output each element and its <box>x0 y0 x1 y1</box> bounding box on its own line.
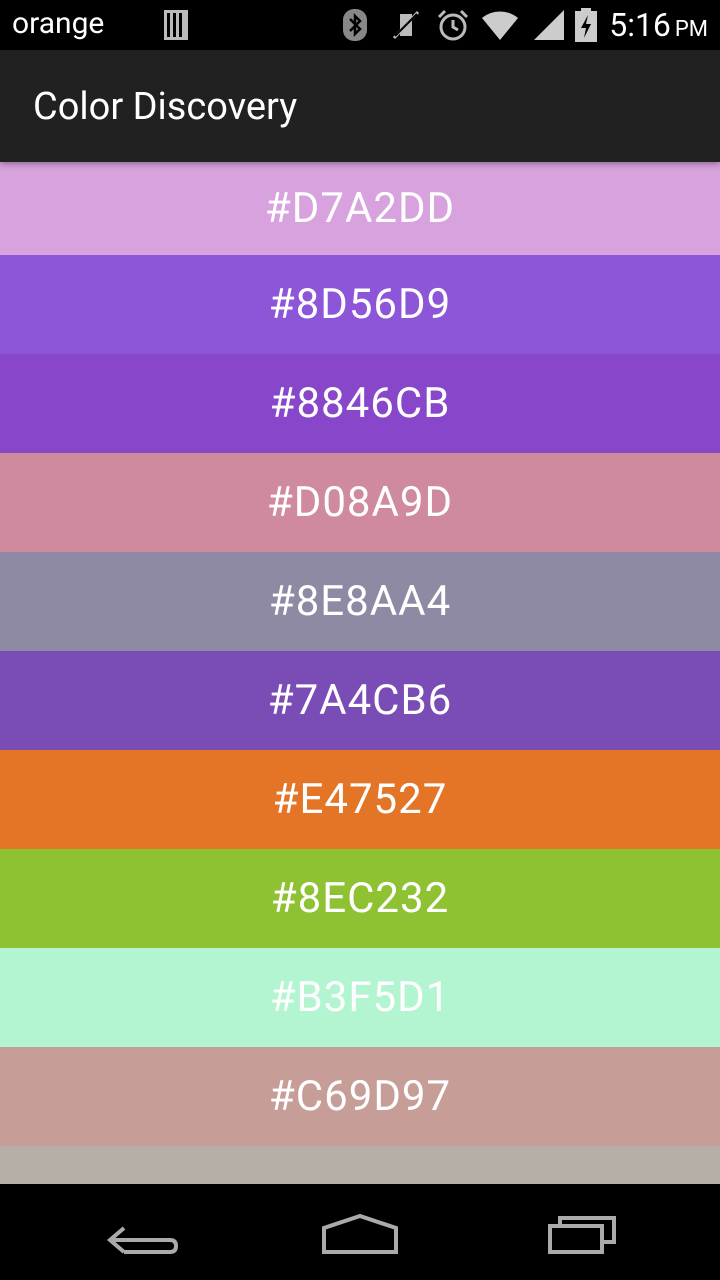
color-swatch-row[interactable]: #B3F5D1 <box>0 948 720 1047</box>
color-hex-label: #B3F5D1 <box>269 973 451 1022</box>
color-hex-label: #7A4CB6 <box>267 676 453 725</box>
color-swatch-row[interactable]: #C69D97 <box>0 1047 720 1146</box>
color-swatch-row[interactable]: #8846CB <box>0 354 720 453</box>
recents-icon[interactable] <box>520 1204 640 1260</box>
home-icon[interactable] <box>300 1204 420 1260</box>
color-hex-label: #8846CB <box>269 379 451 428</box>
navigation-bar <box>0 1184 720 1280</box>
sim-card-icon <box>164 10 188 40</box>
color-swatch-row[interactable] <box>0 1146 720 1184</box>
color-hex-label: #C69D97 <box>268 1072 452 1121</box>
back-icon[interactable] <box>80 1204 200 1260</box>
carrier-name: orange <box>12 6 105 41</box>
battery-charging-icon <box>575 8 597 42</box>
signal-icon <box>534 10 564 40</box>
time-value: 5:16 <box>609 6 671 44</box>
color-swatch-row[interactable]: #8EC232 <box>0 849 720 948</box>
color-hex-label: #E47527 <box>272 775 448 824</box>
color-swatch-row[interactable]: #8E8AA4 <box>0 552 720 651</box>
clock: 5:16 PM <box>609 6 708 49</box>
time-ampm: PM <box>674 17 708 42</box>
app-title: Color Discovery <box>33 85 298 129</box>
color-hex-label: #8D56D9 <box>268 280 452 329</box>
color-swatch-row[interactable]: #7A4CB6 <box>0 651 720 750</box>
color-swatch-row[interactable]: #E47527 <box>0 750 720 849</box>
wifi-icon <box>482 11 518 40</box>
color-swatch-row[interactable]: #8D56D9 <box>0 255 720 354</box>
alarm-icon <box>437 9 469 41</box>
status-bar: orange 5:16 PM <box>0 0 720 50</box>
color-list[interactable]: #D7A2DD #8D56D9 #8846CB #D08A9D #8E8AA4 #7A4C… <box>0 162 720 1184</box>
color-swatch-row[interactable]: #D08A9D <box>0 453 720 552</box>
color-hex-label: #D08A9D <box>266 478 454 527</box>
bluetooth-icon <box>343 9 367 41</box>
vibrate-mute-icon <box>392 10 420 40</box>
app-bar: Color Discovery <box>0 50 720 162</box>
color-hex-label: #8EC232 <box>270 874 450 923</box>
color-swatch-row[interactable]: #D7A2DD <box>0 162 720 255</box>
color-hex-label: #D7A2DD <box>264 184 456 233</box>
color-hex-label: #8E8AA4 <box>268 577 452 626</box>
